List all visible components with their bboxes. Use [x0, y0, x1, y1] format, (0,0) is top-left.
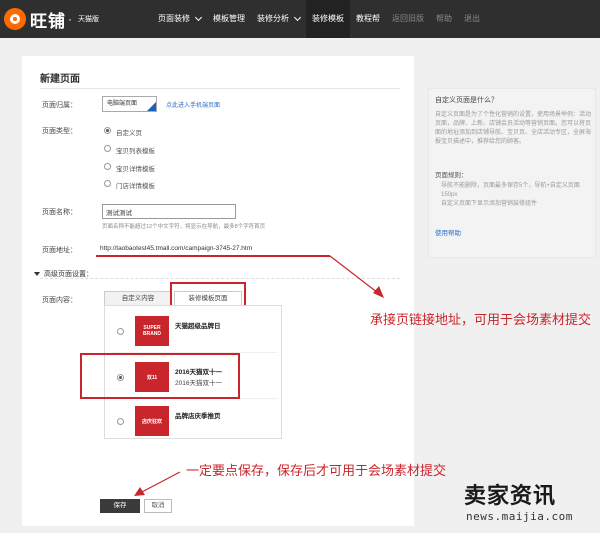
- radio-label: 宝贝列表模板: [116, 148, 155, 155]
- radio-store-detail-template[interactable]: [104, 180, 111, 187]
- caret-down-icon: [34, 272, 40, 276]
- selected-template-highlight-box: [80, 353, 240, 399]
- tab-custom-content[interactable]: 自定义内容: [104, 291, 172, 306]
- brand-sub: 天猫版: [78, 16, 99, 23]
- radio-label: 门店详情模板: [116, 183, 155, 190]
- list-item[interactable]: SUPER BRAND 天猫超级品牌日: [105, 310, 283, 352]
- radio-label: 自定义页: [116, 130, 142, 137]
- page-url[interactable]: http://taobaotest45.tmall.com/campaign-3…: [100, 245, 252, 252]
- help-rules: 导航不能删除，页面最多保存5个，导航+自定义页面150px 自定义页面下显示添加…: [441, 182, 591, 209]
- watermark-url: news.maijia.com: [466, 510, 573, 523]
- owner-label: 页面归属：: [42, 102, 77, 109]
- nav-label: 退出: [464, 14, 480, 23]
- name-label: 页面名称：: [42, 209, 77, 216]
- help-bullet: 导航不能删除，页面最多保存5个，导航+自定义页面150px: [441, 183, 580, 198]
- section-divider: [40, 278, 400, 279]
- content-label: 页面内容：: [42, 297, 77, 304]
- template-thumbnail: 店庆狂欢: [135, 406, 169, 436]
- help-bullet: 自定义页面下显示添加营销装修组件: [441, 201, 538, 207]
- main-nav: 页面装修 模板管理 装修分析 装修模板 教程帮 返回旧版 帮助 退出: [152, 0, 486, 38]
- nav-label: 返回旧版: [392, 14, 424, 23]
- brand-logo[interactable]: 旺铺 · 天猫版: [4, 7, 152, 32]
- nav-label: 帮助: [436, 14, 452, 23]
- template-radio[interactable]: [117, 328, 124, 335]
- nav-item-decoration-analysis[interactable]: 装修分析: [251, 0, 306, 38]
- page-name-hint: 页面名称不能超过12个中文字符，将显示在导航，最多8个字符首页: [102, 224, 266, 230]
- save-button[interactable]: 保存: [100, 499, 140, 513]
- page-name-input[interactable]: [102, 204, 236, 219]
- nav-label: 页面装修: [158, 14, 190, 23]
- help-rules-title: 页面规则：: [435, 172, 468, 179]
- nav-item-tutorial[interactable]: 教程帮: [350, 0, 386, 38]
- nav-label: 装修分析: [257, 14, 289, 23]
- brand-name: 旺铺: [30, 11, 66, 31]
- watermark: 卖家资讯 news.maijia.com: [462, 478, 598, 530]
- cancel-button[interactable]: 取消: [144, 499, 172, 513]
- nav-item-page-decoration[interactable]: 页面装修: [152, 0, 207, 38]
- help-title: 自定义页面是什么？: [435, 97, 498, 104]
- page-owner-value: 电脑端页面: [107, 101, 138, 107]
- top-navigation-bar: 旺铺 · 天猫版 页面装修 模板管理 装修分析 装修模板 教程帮 返回旧版 帮助…: [0, 0, 600, 38]
- nav-label: 装修模板: [312, 14, 344, 23]
- help-panel: 自定义页面是什么？ 自定义页面是为了个性化营销的设置，使用场景举例：活动页面，品…: [428, 88, 596, 258]
- brand-dot: ·: [68, 12, 72, 26]
- title-divider: [40, 88, 400, 89]
- nav-label: 模板管理: [213, 14, 245, 23]
- nav-item-logout[interactable]: 退出: [458, 0, 486, 38]
- url-label: 页面地址：: [42, 247, 77, 254]
- radio-item-list-template[interactable]: [104, 145, 111, 152]
- selected-corner-icon: [147, 102, 156, 111]
- help-link[interactable]: 使用帮助: [435, 227, 461, 237]
- radio-custom-page[interactable]: [104, 127, 111, 134]
- template-radio[interactable]: [117, 418, 124, 425]
- help-body: 自定义页面是为了个性化营销的设置，使用场景举例：活动页面，品牌、上新、店铺会员活…: [435, 112, 592, 145]
- chevron-down-icon: [293, 13, 302, 22]
- nav-item-decoration-template[interactable]: 装修模板: [306, 0, 350, 38]
- page-title: 新建页面: [40, 74, 80, 85]
- nav-label: 教程帮: [356, 14, 380, 23]
- radio-item-detail-template[interactable]: [104, 163, 111, 170]
- template-title: 品牌店庆季推页: [175, 413, 221, 420]
- template-title: 天猫超级品牌日: [175, 323, 221, 330]
- list-item[interactable]: 店庆狂欢 品牌店庆季推页: [105, 400, 283, 442]
- chevron-down-icon: [194, 13, 203, 22]
- radio-label: 宝贝详情模板: [116, 166, 155, 173]
- nav-item-help[interactable]: 帮助: [430, 0, 458, 38]
- watermark-main: 卖家资讯: [464, 484, 557, 509]
- mobile-page-link[interactable]: 点此进入手机端页面: [166, 100, 220, 109]
- type-label: 页面类型：: [42, 128, 77, 135]
- url-annotation: 承接页链接地址，可用于会场素材提交: [370, 313, 592, 328]
- nav-item-back-old[interactable]: 返回旧版: [386, 0, 430, 38]
- url-highlight-underline: [96, 255, 330, 257]
- page-owner-select[interactable]: 电脑端页面: [102, 96, 157, 112]
- wangpu-logo-icon: [4, 8, 26, 30]
- template-thumbnail: SUPER BRAND: [135, 316, 169, 346]
- nav-item-template-manage[interactable]: 模板管理: [207, 0, 251, 38]
